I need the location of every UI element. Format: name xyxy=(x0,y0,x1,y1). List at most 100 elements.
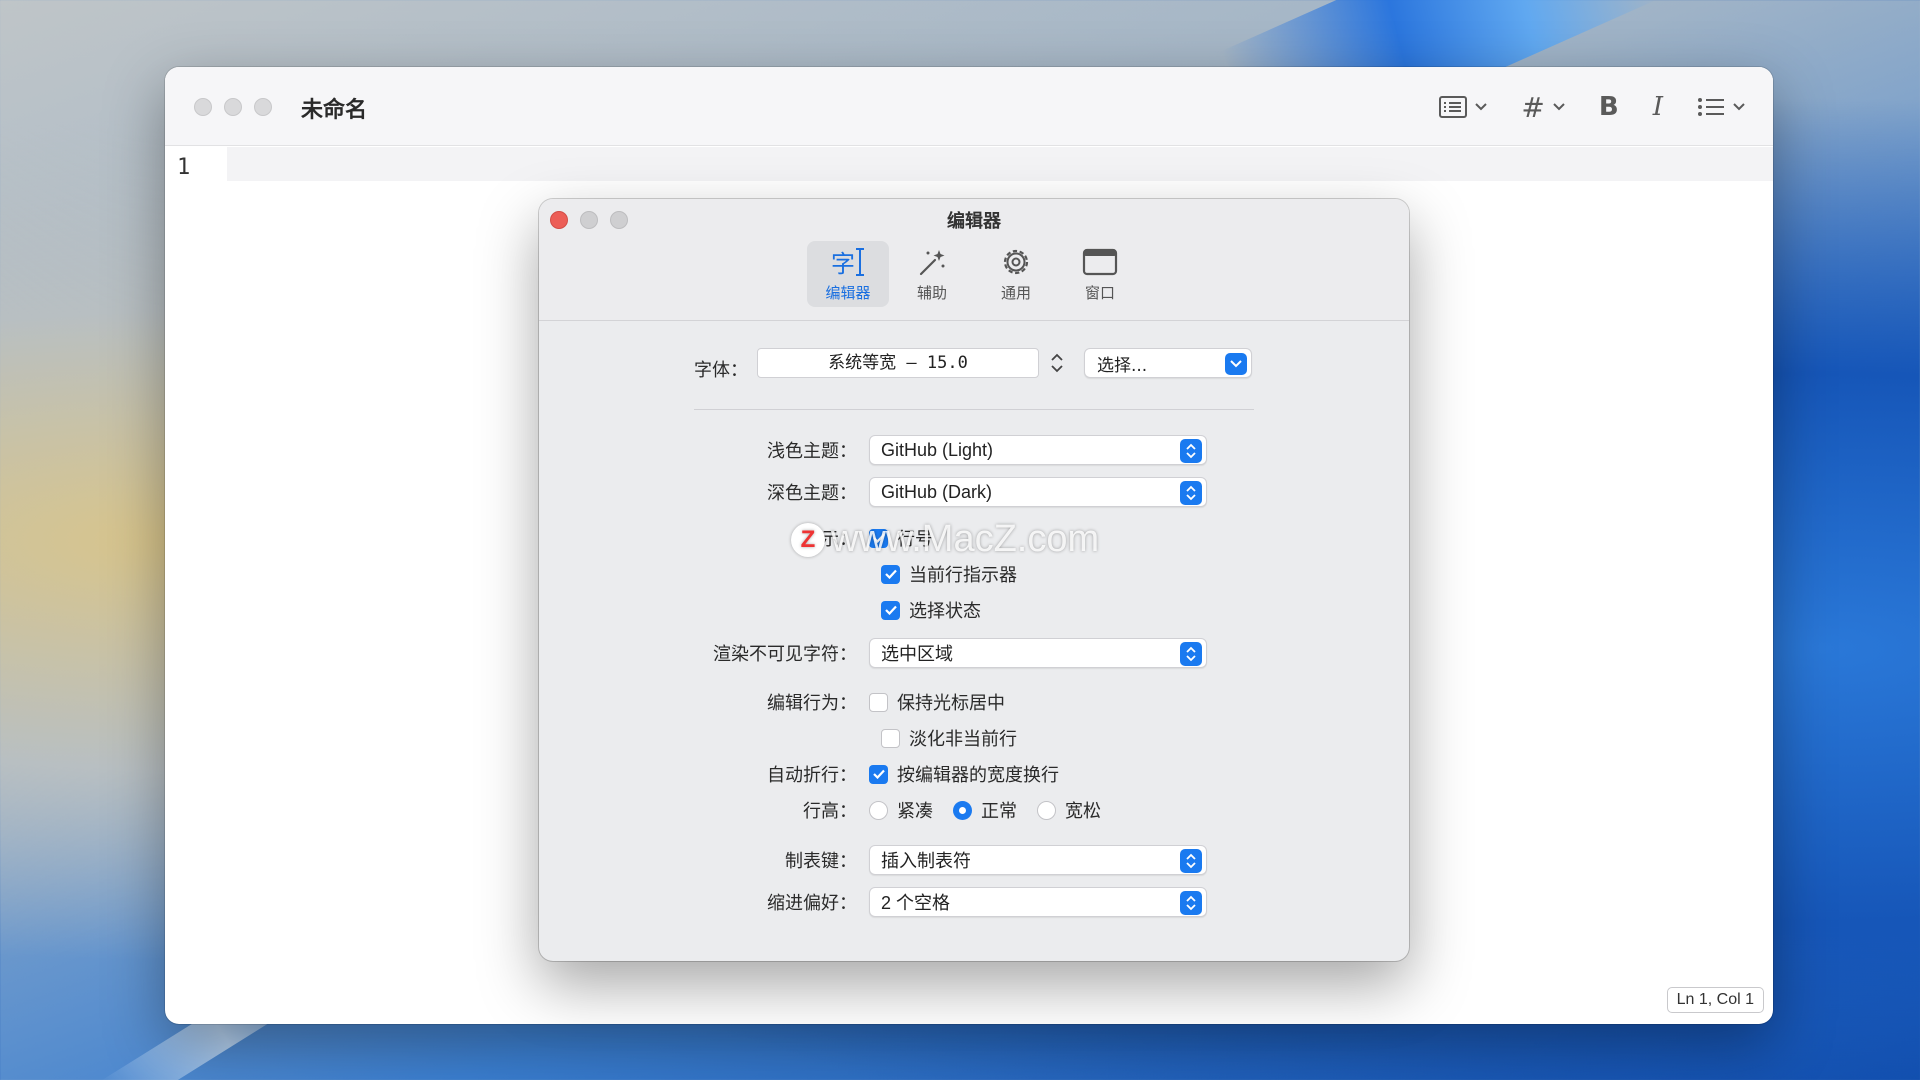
keep-cursor-centered-checkbox[interactable]: 保持光标居中 xyxy=(869,689,1005,715)
tab-label: 编辑器 xyxy=(825,283,871,302)
dim-inactive-lines-checkbox[interactable]: 淡化非当前行 xyxy=(881,725,1017,751)
line-height-relaxed-radio[interactable]: 宽松 xyxy=(1037,797,1101,823)
wrap-row: 自动折行： 按编辑器的宽度换行 xyxy=(539,761,1079,787)
indent-row: 缩进偏好： 2 个空格 xyxy=(539,887,1207,917)
main-titlebar: 未命名 # B I xyxy=(165,67,1773,146)
selection-status-label: 选择状态 xyxy=(909,601,981,622)
current-line-highlight xyxy=(227,147,1773,181)
line-height-compact-radio[interactable]: 紧凑 xyxy=(869,797,933,823)
updown-chevron-icon xyxy=(1180,642,1202,666)
chevron-down-icon xyxy=(1553,103,1565,111)
selection-status-checkbox[interactable]: 选择状态 xyxy=(881,597,981,623)
tab-label: 通用 xyxy=(1000,283,1031,302)
tab-key-value: 插入制表符 xyxy=(881,851,971,871)
dark-theme-select[interactable]: GitHub (Dark) xyxy=(869,477,1207,507)
light-theme-label: 浅色主题： xyxy=(767,441,857,462)
checkbox-checked-icon xyxy=(881,564,900,584)
dark-theme-value: GitHub (Dark) xyxy=(881,481,993,502)
line-numbers-label: 行号 xyxy=(897,529,933,550)
invisibles-row: 渲染不可见字符： 选中区域 xyxy=(539,638,1207,668)
radio-off-icon xyxy=(1037,800,1056,820)
magic-wand-icon xyxy=(919,249,945,275)
window-icon xyxy=(1082,248,1118,275)
updown-chevron-icon xyxy=(1180,481,1202,505)
wrap-label: 自动折行： xyxy=(767,765,857,786)
tab-label: 窗口 xyxy=(1084,283,1115,302)
current-line-indicator-checkbox[interactable]: 当前行指示器 xyxy=(881,561,1017,587)
indent-label: 缩进偏好： xyxy=(767,893,857,914)
preferences-tabs: 字 编辑器 辅助 通用 窗口 xyxy=(539,241,1409,307)
font-glyph: 字 xyxy=(831,250,855,278)
checkbox-checked-icon xyxy=(869,528,888,548)
indent-select[interactable]: 2 个空格 xyxy=(869,887,1207,917)
main-window-controls xyxy=(194,98,272,116)
bold-button[interactable]: B xyxy=(1599,89,1619,125)
chevron-down-icon xyxy=(1475,103,1488,111)
invisibles-label: 渲染不可见字符： xyxy=(713,644,857,665)
font-size-stepper[interactable] xyxy=(1047,348,1067,378)
tab-editor[interactable]: 字 编辑器 xyxy=(807,241,889,307)
tab-key-row: 制表键： 插入制表符 xyxy=(539,845,1207,875)
edit-behavior-row: 编辑行为： 保持光标居中 xyxy=(539,689,1025,715)
preferences-toolbar: 编辑器 字 编辑器 辅助 通用 窗口 xyxy=(539,199,1409,321)
line-height-normal-radio[interactable]: 正常 xyxy=(953,797,1017,823)
line-numbers-checkbox[interactable]: 行号 xyxy=(869,525,933,551)
updown-chevron-icon xyxy=(1180,891,1202,915)
display-row-2: 当前行指示器 xyxy=(881,561,1037,587)
dim-inactive-lines-label: 淡化非当前行 xyxy=(909,729,1017,750)
line-height-label: 行高： xyxy=(803,801,857,822)
light-theme-row: 浅色主题： GitHub (Light) xyxy=(539,435,1207,465)
relaxed-label: 宽松 xyxy=(1065,801,1101,822)
heading-icon: # xyxy=(1521,90,1545,124)
tab-general[interactable]: 通用 xyxy=(975,241,1057,307)
tab-key-label: 制表键： xyxy=(785,851,857,872)
updown-chevron-icon xyxy=(1180,849,1202,873)
current-line-indicator-label: 当前行指示器 xyxy=(909,565,1017,586)
wrap-option-label: 按编辑器的宽度换行 xyxy=(897,765,1059,786)
preferences-window: 编辑器 字 编辑器 辅助 通用 窗口 字体： 系统等宽 – 15.0 选择...… xyxy=(539,199,1409,961)
chevron-down-icon xyxy=(1051,365,1063,373)
tab-key-select[interactable]: 插入制表符 xyxy=(869,845,1207,875)
gear-icon xyxy=(1003,249,1029,274)
display-row: 显示： 行号 xyxy=(539,525,953,551)
light-theme-select[interactable]: GitHub (Light) xyxy=(869,435,1207,465)
dark-theme-row: 深色主题： GitHub (Dark) xyxy=(539,477,1207,507)
list-menu-button[interactable] xyxy=(1697,89,1745,125)
radio-on-icon xyxy=(953,800,972,820)
font-label: 字体： xyxy=(694,360,748,381)
chevron-up-icon xyxy=(1051,353,1063,361)
preferences-title: 编辑器 xyxy=(947,211,1001,232)
font-field[interactable]: 系统等宽 – 15.0 xyxy=(757,348,1039,378)
italic-button[interactable]: I xyxy=(1653,89,1663,125)
indent-value: 2 个空格 xyxy=(881,893,951,913)
line-number: 1 xyxy=(177,155,191,180)
wrap-to-editor-width-checkbox[interactable]: 按编辑器的宽度换行 xyxy=(869,761,1059,787)
choose-font-button[interactable]: 选择... xyxy=(1084,348,1252,378)
checkbox-unchecked-icon xyxy=(869,692,888,712)
invisibles-select[interactable]: 选中区域 xyxy=(869,638,1207,668)
choose-font-label: 选择... xyxy=(1097,355,1148,376)
outline-icon xyxy=(1439,96,1468,118)
compact-label: 紧凑 xyxy=(897,801,933,822)
document-title: 未命名 xyxy=(301,98,368,123)
tab-assist[interactable]: 辅助 xyxy=(891,241,973,307)
checkbox-checked-icon xyxy=(881,600,900,620)
heading-menu-button[interactable]: # xyxy=(1521,89,1565,125)
edit-behavior-label: 编辑行为： xyxy=(767,693,857,714)
cursor-position-status[interactable]: Ln 1, Col 1 xyxy=(1666,987,1764,1013)
tab-window[interactable]: 窗口 xyxy=(1059,241,1141,307)
chevron-down-icon xyxy=(1225,353,1247,375)
italic-icon: I xyxy=(1652,92,1663,122)
list-icon xyxy=(1698,98,1724,116)
chevron-down-icon xyxy=(1733,103,1745,111)
zoom-button[interactable] xyxy=(254,98,272,116)
close-button[interactable] xyxy=(194,98,212,116)
outline-menu-button[interactable] xyxy=(1439,89,1488,125)
updown-chevron-icon xyxy=(1180,439,1202,463)
dark-theme-label: 深色主题： xyxy=(767,483,857,504)
light-theme-value: GitHub (Light) xyxy=(881,439,994,460)
radio-off-icon xyxy=(869,800,888,820)
checkbox-checked-icon xyxy=(869,764,888,784)
normal-label: 正常 xyxy=(981,801,1017,822)
minimize-button[interactable] xyxy=(224,98,242,116)
